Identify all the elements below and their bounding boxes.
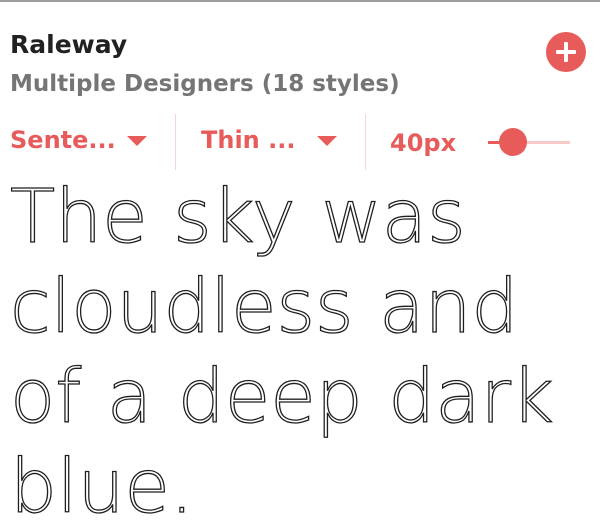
- control-divider: [175, 114, 176, 170]
- font-size-slider[interactable]: [484, 126, 572, 158]
- caret-down-icon: [127, 136, 147, 146]
- preview-controls: Sente... Thin ... 40px: [0, 112, 600, 170]
- font-designer: Multiple Designers (18 styles): [10, 71, 400, 97]
- control-divider: [365, 114, 366, 170]
- preview-mode-label: Sente...: [10, 126, 116, 154]
- style-dropdown[interactable]: Thin ...: [201, 122, 341, 158]
- slider-thumb[interactable]: [498, 128, 527, 156]
- style-label: Thin ...: [201, 126, 296, 154]
- preview-mode-dropdown[interactable]: Sente...: [10, 122, 150, 158]
- font-size-label: 40px: [390, 129, 457, 157]
- top-divider: [0, 0, 600, 2]
- font-name: Raleway: [10, 30, 128, 59]
- caret-down-icon: [317, 136, 337, 146]
- preview-text: The sky was cloudless and of a deep dark…: [9, 173, 554, 530]
- add-font-button[interactable]: [546, 32, 586, 72]
